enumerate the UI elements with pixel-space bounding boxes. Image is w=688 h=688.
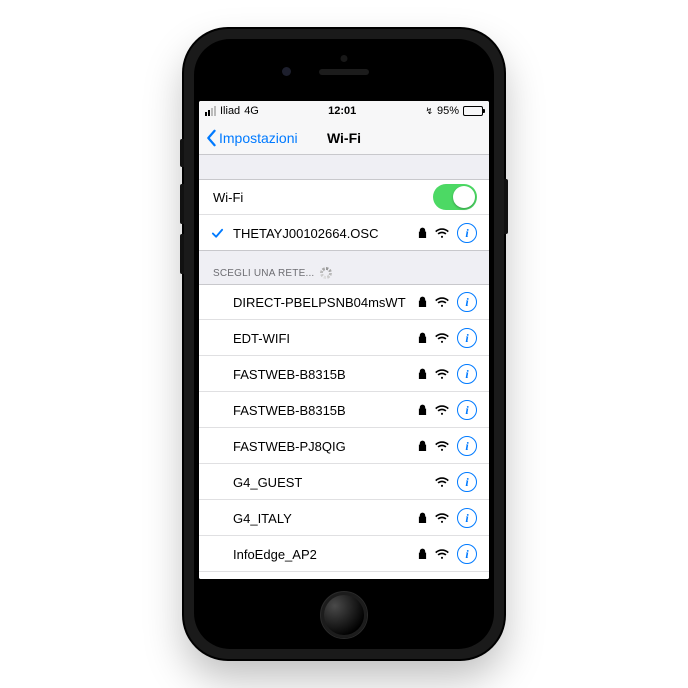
page-title: Wi-Fi [327,130,361,146]
info-button[interactable]: i [457,508,477,528]
spinner-icon [320,267,332,279]
network-cell[interactable]: FASTWEB-B8315B i [199,356,489,392]
info-button[interactable]: i [457,400,477,420]
network-cell[interactable]: DIRECT-PBELPSNB04msWT i [199,284,489,320]
phone-frame: Iliad 4G 12:01 ↯ 95% Impostazioni Wi-Fi [184,29,504,659]
back-label: Impostazioni [219,130,298,146]
network-cell[interactable]: FASTWEB-PJ8QIG i [199,428,489,464]
charging-icon: ↯ [425,106,433,117]
wifi-toggle-label: Wi-Fi [213,190,433,205]
lock-icon [418,296,427,308]
clock: 12:01 [328,105,356,117]
screen: Iliad 4G 12:01 ↯ 95% Impostazioni Wi-Fi [199,101,489,579]
back-button[interactable]: Impostazioni [205,129,298,147]
info-button[interactable]: i [457,436,477,456]
info-button[interactable]: i [457,472,477,492]
chevron-left-icon [205,129,217,147]
network-cell[interactable]: FASTWEB-B8315B i [199,392,489,428]
network-ssid: EDT-WIFI [233,331,418,346]
battery-pct: 95% [437,105,459,117]
network-cell[interactable]: EDT-WIFI i [199,320,489,356]
checkmark-icon [211,227,224,240]
connected-network-cell[interactable]: THETAYJ00102664.OSC i [199,215,489,251]
wifi-icon [435,369,449,380]
lock-icon [418,512,427,524]
status-bar: Iliad 4G 12:01 ↯ 95% [199,101,489,121]
network-ssid: FASTWEB-B8315B [233,367,418,382]
wifi-icon [435,441,449,452]
choose-network-header: SCEGLI UNA RETE... [199,251,489,284]
info-button[interactable]: i [457,544,477,564]
carrier-label: Iliad [220,105,240,117]
network-ssid: DIRECT-PBELPSNB04msWT [233,295,418,310]
lock-icon [418,548,427,560]
lock-icon [418,227,427,239]
lock-icon [418,440,427,452]
network-cell[interactable]: InfoEdge_AP2 i [199,536,489,572]
battery-icon [463,106,483,116]
lock-icon [418,368,427,380]
section-header-label: SCEGLI UNA RETE... [213,268,314,279]
network-ssid: FASTWEB-PJ8QIG [233,439,418,454]
network-cell[interactable]: G4_ITALY i [199,500,489,536]
wifi-icon [435,297,449,308]
home-button[interactable] [320,591,368,639]
wifi-icon [435,513,449,524]
lock-icon [418,332,427,344]
wifi-icon [435,405,449,416]
info-button[interactable]: i [457,223,477,243]
wifi-toggle-cell: Wi-Fi [199,179,489,215]
info-button[interactable]: i [457,328,477,348]
lock-icon [418,404,427,416]
network-ssid: G4_ITALY [233,511,418,526]
wifi-icon [435,477,449,488]
network-cell[interactable]: Vodafone-infoedgei [199,572,489,579]
network-ssid: FASTWEB-B8315B [233,403,418,418]
info-button[interactable]: i [457,292,477,312]
wifi-toggle-switch[interactable] [433,184,477,210]
network-label: 4G [244,105,259,117]
wifi-icon [435,549,449,560]
info-button[interactable]: i [457,364,477,384]
network-ssid: G4_GUEST [233,475,435,490]
nav-bar: Impostazioni Wi-Fi [199,121,489,155]
connected-ssid: THETAYJ00102664.OSC [233,226,418,241]
signal-icon [205,106,216,116]
network-cell[interactable]: G4_GUEST i [199,464,489,500]
wifi-icon [435,333,449,344]
content[interactable]: Wi-Fi THETAYJ00102664.OSC [199,155,489,579]
network-ssid: InfoEdge_AP2 [233,547,418,562]
wifi-icon [435,228,449,239]
network-list: DIRECT-PBELPSNB04msWTiEDT-WIFIiFASTWEB-B… [199,284,489,579]
